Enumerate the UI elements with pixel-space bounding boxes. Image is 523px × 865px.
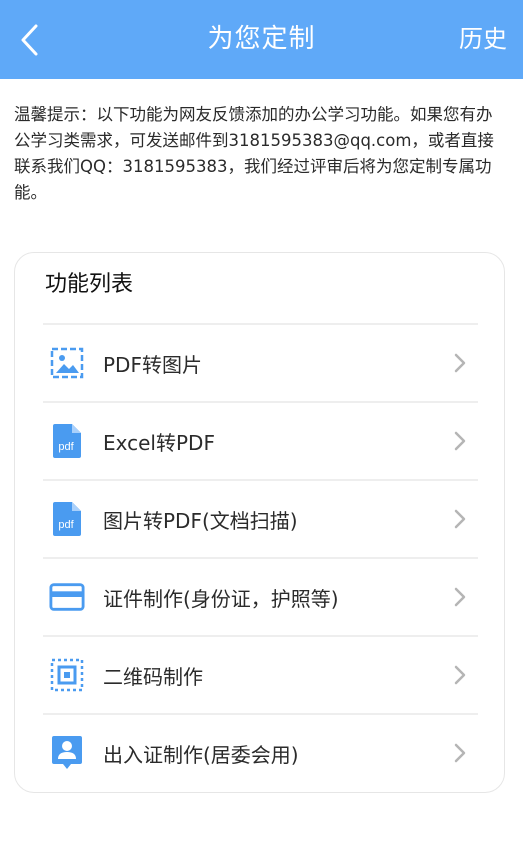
feature-list-card: 功能列表 PDF转图片 pdf Excel转PDF pdf 图片转PDF(文档扫… — [14, 252, 505, 793]
app-header: 为您定制 历史 — [0, 0, 523, 79]
list-item-label: 图片转PDF(文档扫描) — [103, 508, 298, 533]
pdf-file-icon: pdf — [49, 421, 85, 461]
list-item-pdf-to-image[interactable]: PDF转图片 — [43, 323, 478, 401]
list-item-qr-code-maker[interactable]: 二维码制作 — [43, 635, 478, 713]
chevron-right-icon — [448, 507, 472, 531]
chevron-right-icon — [448, 429, 472, 453]
list-item-label: 二维码制作 — [103, 664, 203, 689]
list-item-pass-maker[interactable]: 出入证制作(居委会用) — [43, 713, 478, 791]
card-icon — [49, 577, 85, 617]
list-item-label: 证件制作(身份证，护照等) — [103, 586, 339, 611]
card-title: 功能列表 — [45, 272, 134, 297]
list-item-image-to-pdf[interactable]: pdf 图片转PDF(文档扫描) — [43, 479, 478, 557]
list-item-label: Excel转PDF — [103, 430, 215, 455]
notice-text: 温馨提示：以下功能为网友反馈添加的办公学习功能。如果您有办公学习类需求，可发送邮… — [14, 105, 494, 202]
list-item-id-card-maker[interactable]: 证件制作(身份证，护照等) — [43, 557, 478, 635]
svg-text:pdf: pdf — [58, 441, 74, 453]
svg-text:pdf: pdf — [58, 519, 74, 531]
history-button[interactable]: 历史 — [459, 0, 507, 79]
chevron-right-icon — [448, 741, 472, 765]
page-title: 为您定制 — [207, 24, 316, 54]
list-item-label: PDF转图片 — [103, 352, 202, 377]
chevron-right-icon — [448, 585, 472, 609]
list-item-label: 出入证制作(居委会用) — [103, 742, 299, 767]
qr-scan-icon — [49, 655, 85, 695]
list-item-excel-to-pdf[interactable]: pdf Excel转PDF — [43, 401, 478, 479]
pdf-file-icon: pdf — [49, 499, 85, 539]
feature-list: PDF转图片 pdf Excel转PDF pdf 图片转PDF(文档扫描) 证件… — [43, 323, 478, 791]
badge-person-icon — [49, 733, 85, 773]
image-icon — [49, 343, 85, 383]
chevron-right-icon — [448, 351, 472, 375]
chevron-right-icon — [448, 663, 472, 687]
